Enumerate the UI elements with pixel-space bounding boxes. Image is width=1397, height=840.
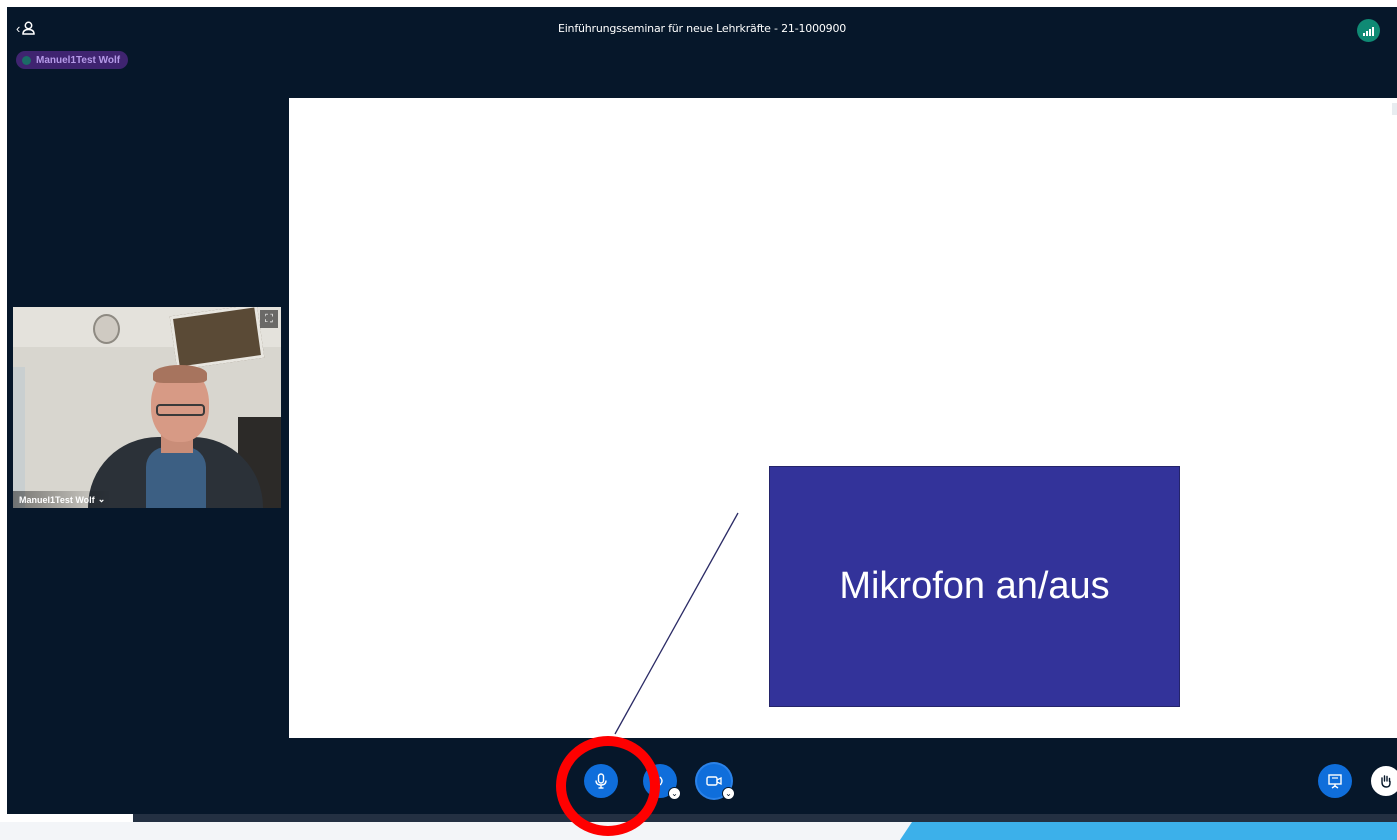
- fullscreen-icon[interactable]: ⛶: [260, 310, 278, 328]
- talking-indicator[interactable]: Manuel1Test Wolf: [16, 51, 129, 69]
- video-camera-icon: [706, 776, 722, 786]
- microphone-icon: [595, 773, 607, 789]
- annotation-callout-box: Mikrofon an/aus: [769, 466, 1180, 707]
- slide-bottom-accent: [900, 822, 1397, 840]
- raise-hand-button[interactable]: [1369, 764, 1397, 798]
- webcam-options-chevron-icon[interactable]: ⌄: [722, 787, 735, 800]
- meeting-title: Einführungsseminar für neue Lehrkräfte -…: [557, 22, 847, 35]
- person-glasses-image: [156, 404, 205, 416]
- presentation-toolbar-handle[interactable]: [1392, 103, 1397, 115]
- talking-dot-icon: [22, 55, 31, 65]
- person-hair-image: [153, 365, 207, 383]
- talking-user-name: Manuel1Test Wolf: [36, 54, 121, 66]
- mute-microphone-button[interactable]: [584, 764, 618, 798]
- audio-button[interactable]: ⌄: [643, 764, 681, 800]
- webcam-user-name: Manuel1Test Wolf: [19, 494, 95, 505]
- window-image: [13, 367, 25, 508]
- person-shirt-image: [146, 447, 206, 508]
- presentation-toggle-button[interactable]: [1318, 764, 1352, 798]
- webcam-video-tile[interactable]: ⛶ Manuel1Test Wolf ⌄: [13, 307, 281, 508]
- presentation-screen-icon: [1328, 774, 1342, 789]
- os-taskbar: [133, 814, 1397, 822]
- annotation-callout-text: Mikrofon an/aus: [839, 565, 1110, 607]
- signal-bars-icon[interactable]: [1357, 19, 1380, 42]
- chevron-down-icon: ⌄: [97, 494, 106, 504]
- speaker-icon: [656, 776, 663, 786]
- hand-icon: [1381, 775, 1391, 788]
- share-webcam-button[interactable]: ⌄: [697, 764, 735, 800]
- top-bar: ‹ Einführungsseminar für neue Lehrkräfte…: [7, 7, 1397, 51]
- audio-options-chevron-icon[interactable]: ⌄: [668, 787, 681, 800]
- wall-picture-image: [169, 307, 265, 370]
- presentation-area[interactable]: Mikrofon an/aus: [289, 98, 1397, 738]
- meeting-app: ‹ Einführungsseminar für neue Lehrkräfte…: [7, 7, 1397, 814]
- wall-clock-image: [93, 314, 120, 344]
- webcam-user-dropdown[interactable]: Manuel1Test Wolf ⌄: [13, 491, 112, 508]
